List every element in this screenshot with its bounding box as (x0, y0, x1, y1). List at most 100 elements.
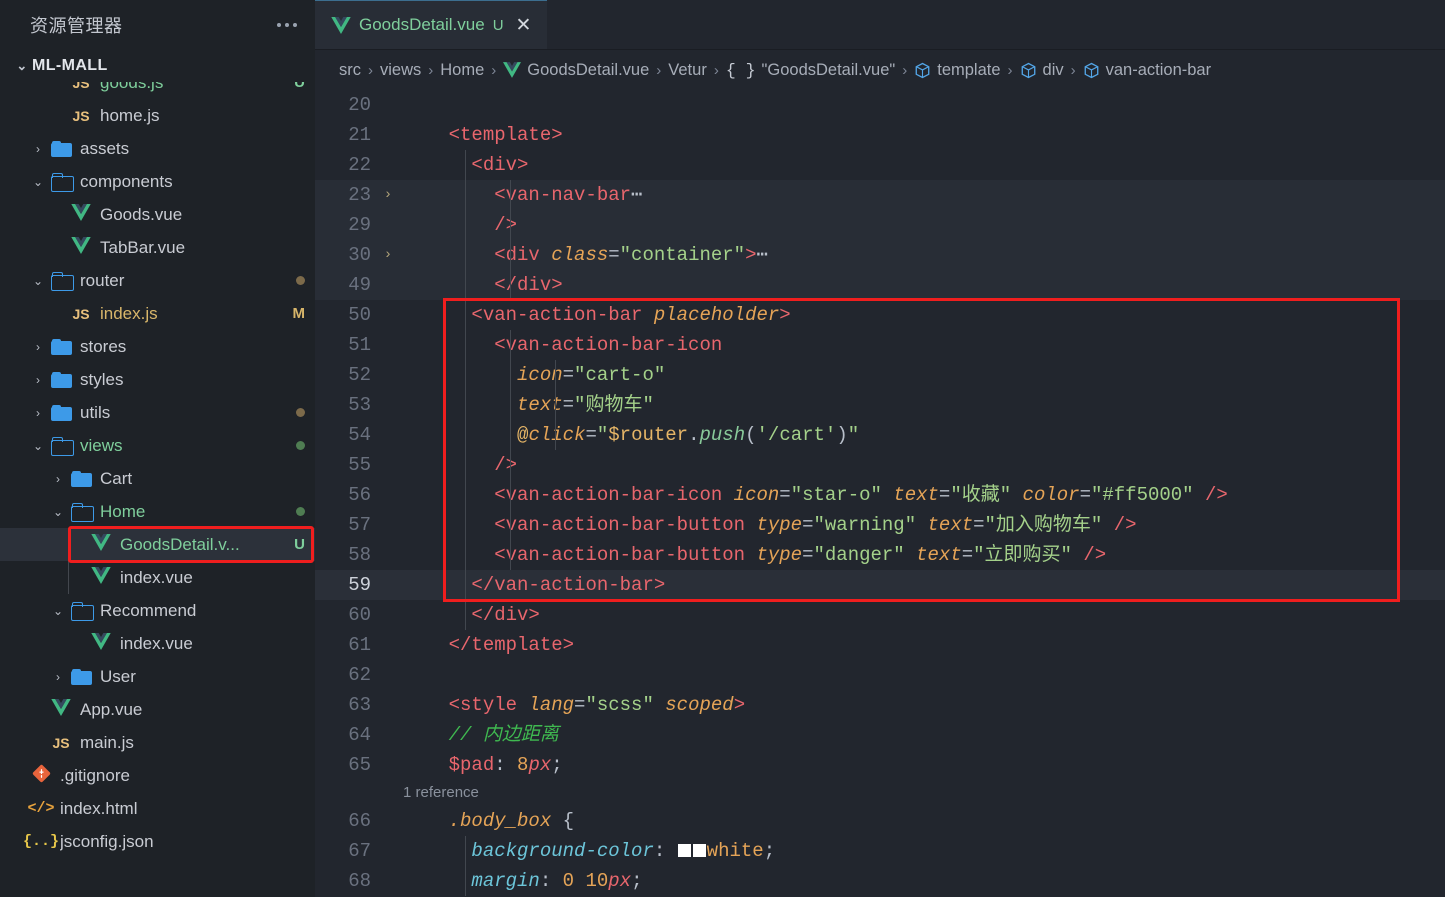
code-token: <van-action-bar-button (494, 514, 757, 536)
chevron-down-icon[interactable]: ⌄ (28, 274, 48, 288)
breadcrumb-item[interactable]: Home (440, 61, 484, 80)
chevron-right-icon[interactable]: › (28, 142, 48, 156)
tree-item-tabbarvue[interactable]: TabBar.vue (0, 231, 315, 264)
code-line[interactable]: 52 icon="cart-o" (315, 360, 1445, 390)
breadcrumb[interactable]: src › views › Home › GoodsDetail.vue › Vetur › { }… (315, 50, 1445, 90)
code-token: ; (631, 870, 643, 892)
code-token: lang (528, 694, 575, 716)
more-actions-icon[interactable] (273, 17, 301, 33)
fold-chevron-icon[interactable]: › (377, 240, 399, 270)
tree-item-components[interactable]: ⌄ components (0, 165, 315, 198)
code-line[interactable]: 53 text="购物车" (315, 390, 1445, 420)
breadcrumb-item[interactable]: van-action-bar (1083, 61, 1211, 80)
tree-item-mainjs[interactable]: JS main.js (0, 726, 315, 759)
chevron-right-icon[interactable]: › (28, 373, 48, 387)
js-icon: JS (72, 107, 90, 124)
code-token: color (1022, 484, 1080, 506)
code-line[interactable]: 20 (315, 90, 1445, 120)
code-token: "scss" (585, 694, 666, 716)
code-line[interactable]: 23 › <van-nav-bar⋯ (315, 180, 1445, 210)
codelens[interactable]: 1 reference (315, 780, 1445, 806)
code-token: /> (1083, 544, 1107, 566)
tree-item-styles[interactable]: › styles (0, 363, 315, 396)
tree-item-indexjs[interactable]: JS index.js M (0, 297, 315, 330)
tree-item-homejs[interactable]: JS home.js (0, 99, 315, 132)
folder-closed-icon (70, 668, 92, 685)
tree-item-jsconfigjson[interactable]: {..} jsconfig.json (0, 825, 315, 858)
code-line[interactable]: 56 <van-action-bar-icon icon="star-o" te… (315, 480, 1445, 510)
fold-chevron-icon[interactable]: › (377, 180, 399, 210)
tree-item-assets[interactable]: › assets (0, 132, 315, 165)
line-number: 53 (348, 394, 371, 416)
code-line[interactable]: 58 <van-action-bar-button type="danger" … (315, 540, 1445, 570)
chevron-right-icon[interactable]: › (28, 340, 48, 354)
breadcrumb-item[interactable]: src (339, 61, 361, 80)
code-line[interactable]: 62 (315, 660, 1445, 690)
code-line[interactable]: 60 </div> (315, 600, 1445, 630)
tree-item-goodsvue[interactable]: Goods.vue (0, 198, 315, 231)
code-line[interactable]: 68 margin: 0 10px; (315, 866, 1445, 896)
code-line[interactable]: 54 @click="$router.push('/cart')" (315, 420, 1445, 450)
chevron-down-icon[interactable]: ⌄ (48, 505, 68, 519)
code-line-content: margin: 0 10px; (399, 866, 1445, 896)
tree-item-router[interactable]: ⌄ router (0, 264, 315, 297)
code-line[interactable]: 57 <van-action-bar-button type="warning"… (315, 510, 1445, 540)
tree-item-goodsdetailv[interactable]: GoodsDetail.v... U (0, 528, 315, 561)
code-line[interactable]: 66 .body_box { (315, 806, 1445, 836)
chevron-right-icon[interactable]: › (48, 670, 68, 684)
chevron-down-icon[interactable]: ⌄ (28, 175, 48, 189)
color-swatch[interactable] (692, 844, 706, 858)
code-line[interactable]: 55 /> (315, 450, 1445, 480)
indent-guide (465, 330, 466, 360)
tree-item-utils[interactable]: › utils (0, 396, 315, 429)
code-line[interactable]: 65 $pad: 8px; (315, 750, 1445, 780)
breadcrumb-item[interactable]: template (914, 61, 1001, 80)
tree-item-stores[interactable]: › stores (0, 330, 315, 363)
tree-item-user[interactable]: › User (0, 660, 315, 693)
code-line[interactable]: 22 <div> (315, 150, 1445, 180)
tree-item-home[interactable]: ⌄ Home (0, 495, 315, 528)
code-line[interactable]: 50 <van-action-bar placeholder> (315, 300, 1445, 330)
code-line-content: <template> (399, 120, 1445, 150)
code-line[interactable]: 21 <template> (315, 120, 1445, 150)
code-editor-area[interactable]: 20 21 <template> 22 <div> 23 › <van-nav-bar⋯… (315, 90, 1445, 897)
project-root-row[interactable]: ⌄ ML-MALL (0, 50, 315, 82)
file-tree[interactable]: JS goods.js U JS home.js › assets ⌄ components Go… (0, 82, 315, 897)
code-line[interactable]: 67 background-color: white; (315, 836, 1445, 866)
tree-item-gitignore[interactable]: .gitignore (0, 759, 315, 792)
code-token: : (539, 870, 563, 892)
code-line[interactable]: 63 <style lang="scss" scoped> (315, 690, 1445, 720)
tree-item-indexvue[interactable]: index.vue (0, 561, 315, 594)
tree-item-recommend[interactable]: ⌄ Recommend (0, 594, 315, 627)
close-icon[interactable]: ✕ (514, 16, 534, 35)
tree-item-indexhtml[interactable]: </> index.html (0, 792, 315, 825)
indent-guide (465, 450, 466, 480)
tree-item-cart[interactable]: › Cart (0, 462, 315, 495)
code-line[interactable]: 61 </template> (315, 630, 1445, 660)
breadcrumb-item[interactable]: Vetur (668, 61, 707, 80)
tree-item-indexvue[interactable]: index.vue (0, 627, 315, 660)
code-line[interactable]: 49 </div> (315, 270, 1445, 300)
code-line[interactable]: 64 // 内边距离 (315, 720, 1445, 750)
chevron-right-icon[interactable]: › (28, 406, 48, 420)
breadcrumb-item[interactable]: views (380, 61, 421, 80)
chevron-down-icon[interactable]: ⌄ (28, 439, 48, 453)
chevron-down-icon[interactable]: ⌄ (48, 604, 68, 618)
breadcrumb-item[interactable]: GoodsDetail.vue (503, 61, 649, 80)
code-line[interactable]: 30 › <div class="container">⋯ (315, 240, 1445, 270)
breadcrumb-item[interactable]: { } "GoodsDetail.vue" (726, 61, 895, 80)
color-swatch[interactable] (677, 844, 691, 858)
code-line-content: <van-action-bar-icon icon="star-o" text=… (399, 480, 1445, 510)
tab-goodsdetail-vue[interactable]: GoodsDetail.vue U ✕ (315, 0, 548, 49)
tree-item-views[interactable]: ⌄ views (0, 429, 315, 462)
code-line[interactable]: 59 </van-action-bar> (315, 570, 1445, 600)
breadcrumb-item[interactable]: div (1020, 61, 1064, 80)
code-lines[interactable]: 20 21 <template> 22 <div> 23 › <van-nav-bar⋯… (315, 90, 1445, 897)
code-line[interactable]: 51 <van-action-bar-icon (315, 330, 1445, 360)
tree-item-goodsjs[interactable]: JS goods.js U (0, 82, 315, 99)
code-line[interactable]: 29 /> (315, 210, 1445, 240)
tree-item-appvue[interactable]: App.vue (0, 693, 315, 726)
chevron-right-icon[interactable]: › (48, 472, 68, 486)
